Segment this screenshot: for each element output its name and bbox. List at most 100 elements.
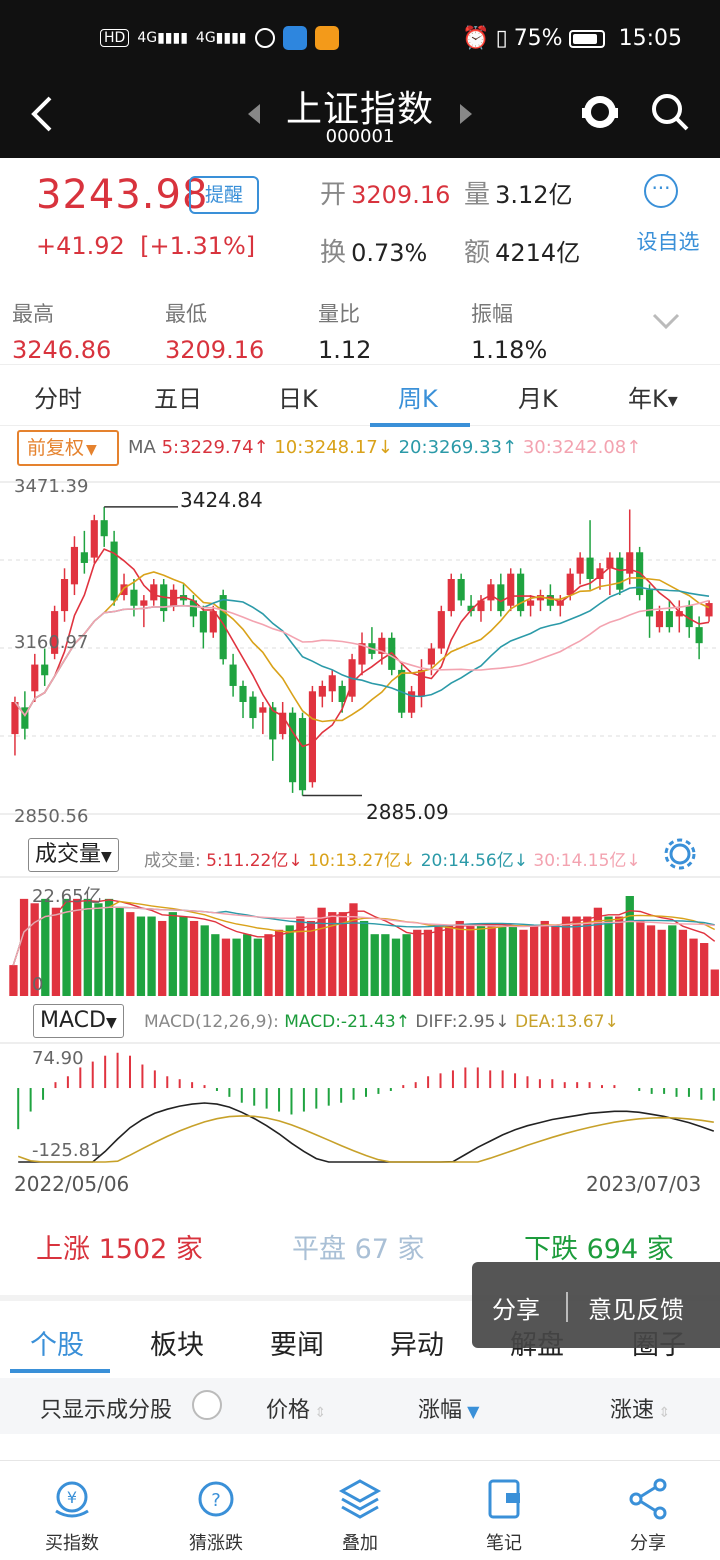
candle-body: [457, 579, 465, 601]
y-axis-min: 2850.56: [14, 806, 89, 827]
amount-field: 额 4214亿: [464, 238, 581, 268]
tab-5[interactable]: 年K▾: [628, 379, 678, 414]
content-tab-1[interactable]: 板块: [150, 1323, 204, 1362]
macd-indicator-dropdown[interactable]: MACD▼: [33, 1004, 124, 1038]
volume-bar: [359, 920, 369, 996]
period-tabs: 分时 五日 日K 周K 月K 年K▾: [0, 364, 720, 427]
nav-item-0[interactable]: ¥ 买指数: [22, 1471, 122, 1555]
dropdown-triangle-icon: ▼: [105, 1015, 117, 1031]
sort-icon: ⇕: [654, 1405, 671, 1421]
svg-text:¥: ¥: [67, 1488, 77, 1507]
turnover-field: 换 0.73%: [320, 238, 428, 268]
volume-chart[interactable]: [0, 876, 720, 998]
stat-item: 振幅 1.18%: [471, 298, 547, 364]
volume-bar: [115, 907, 124, 996]
candle-body: [130, 589, 138, 606]
volume-bar: [126, 912, 135, 996]
adjust-dropdown[interactable]: 前复权 ▼: [17, 430, 119, 466]
sort-price[interactable]: 价格 ⇕: [266, 1392, 326, 1424]
volume-bar: [168, 912, 177, 996]
nav-item-1[interactable]: ? 猜涨跌: [166, 1471, 266, 1555]
volume-bar: [689, 938, 698, 996]
share-popup: 分享 意见反馈: [472, 1262, 720, 1348]
nav-label: 笔记: [486, 1533, 522, 1554]
volume-bar: [306, 920, 316, 996]
volume-bar: [710, 969, 719, 996]
volume-bar: [508, 925, 518, 996]
volume-bar: [285, 925, 294, 996]
volume-bar: [413, 929, 422, 996]
candle-body: [645, 589, 654, 617]
volume-bar: [243, 934, 252, 996]
add-favorite-button[interactable]: ··· 设自选: [626, 174, 720, 256]
volume-y-max: 22.65亿: [32, 886, 102, 907]
content-tab-2[interactable]: 要闻: [270, 1323, 324, 1362]
nav-item-4[interactable]: 分享: [598, 1471, 698, 1555]
note-icon: [488, 1479, 520, 1519]
volume-field: 量 3.12亿: [464, 180, 573, 210]
app-icon: [314, 26, 339, 50]
candle-body: [239, 685, 247, 702]
candle-body: [199, 611, 207, 633]
volume-indicator-dropdown[interactable]: 成交量▼: [28, 838, 119, 872]
stat-label: 最低: [165, 302, 207, 326]
tab-0[interactable]: 分时: [34, 379, 82, 414]
volume-bar: [700, 943, 709, 996]
candle-body: [328, 675, 336, 692]
candle-body: [80, 552, 88, 563]
candle-body: [417, 669, 426, 697]
popup-feedback-button[interactable]: 意见反馈: [588, 1290, 684, 1325]
nav-label: 猜涨跌: [189, 1533, 243, 1554]
more-icon: ···: [644, 174, 678, 208]
nav-item-2[interactable]: 叠加: [310, 1471, 410, 1555]
ma-values: MA 5:3229.74↑ 10:3248.17↓ 20:3269.33↑ 30…: [128, 437, 642, 458]
content-tab-0[interactable]: 个股: [30, 1323, 84, 1362]
candle-body: [140, 600, 148, 606]
volume-bar: [147, 916, 156, 996]
nav-label: 买指数: [45, 1533, 99, 1554]
tab-1[interactable]: 五日: [154, 379, 202, 414]
content-tab-3[interactable]: 异动: [390, 1323, 444, 1362]
candle-body: [447, 579, 455, 612]
only-components-toggle[interactable]: [192, 1390, 222, 1420]
open-field: 开 3209.16: [320, 180, 451, 210]
volume-bar: [615, 916, 624, 996]
volume-bar: [646, 925, 656, 996]
volume-bar: [51, 907, 61, 996]
hd-badge: HD: [100, 29, 130, 47]
tab-2[interactable]: 日K: [278, 379, 318, 414]
sort-speed[interactable]: 涨速 ⇕: [610, 1392, 670, 1424]
sort-change[interactable]: 涨幅 ▼: [418, 1392, 479, 1424]
popup-share-button[interactable]: 分享: [492, 1290, 540, 1325]
volume-bar: [264, 934, 273, 996]
price-change: +41.92 [+1.31%]: [36, 232, 256, 260]
candle-body: [338, 685, 346, 702]
candle-body: [507, 573, 515, 606]
settings-gear-icon[interactable]: [662, 836, 698, 872]
macd-chart[interactable]: [0, 1042, 720, 1164]
volume-bar: [540, 920, 549, 996]
volume-bar: [211, 934, 220, 996]
tab-3[interactable]: 周K: [398, 379, 438, 414]
candle-body: [259, 707, 267, 713]
battery-icon: [568, 29, 605, 48]
tab-4[interactable]: 月K: [518, 379, 558, 414]
remind-button[interactable]: 提醒: [189, 176, 259, 214]
volume-bar: [519, 929, 528, 996]
y-axis-mid: 3160.97: [14, 632, 89, 653]
candle-body: [695, 627, 703, 644]
volume-bar: [189, 920, 199, 996]
volume-bar: [136, 916, 146, 996]
candle-body: [665, 611, 673, 628]
volume-bar: [572, 916, 581, 996]
volume-bar: [668, 925, 677, 996]
next-arrow-icon[interactable]: [458, 102, 474, 126]
kline-chart[interactable]: [0, 474, 720, 830]
expand-chevron-icon[interactable]: [652, 312, 680, 330]
search-icon[interactable]: [650, 92, 690, 132]
nav-item-3[interactable]: 笔记: [454, 1471, 554, 1555]
candle-body: [526, 600, 535, 606]
candle-body: [616, 557, 624, 590]
customer-service-icon[interactable]: [580, 92, 620, 132]
macd-y-max: 74.90: [32, 1048, 84, 1069]
